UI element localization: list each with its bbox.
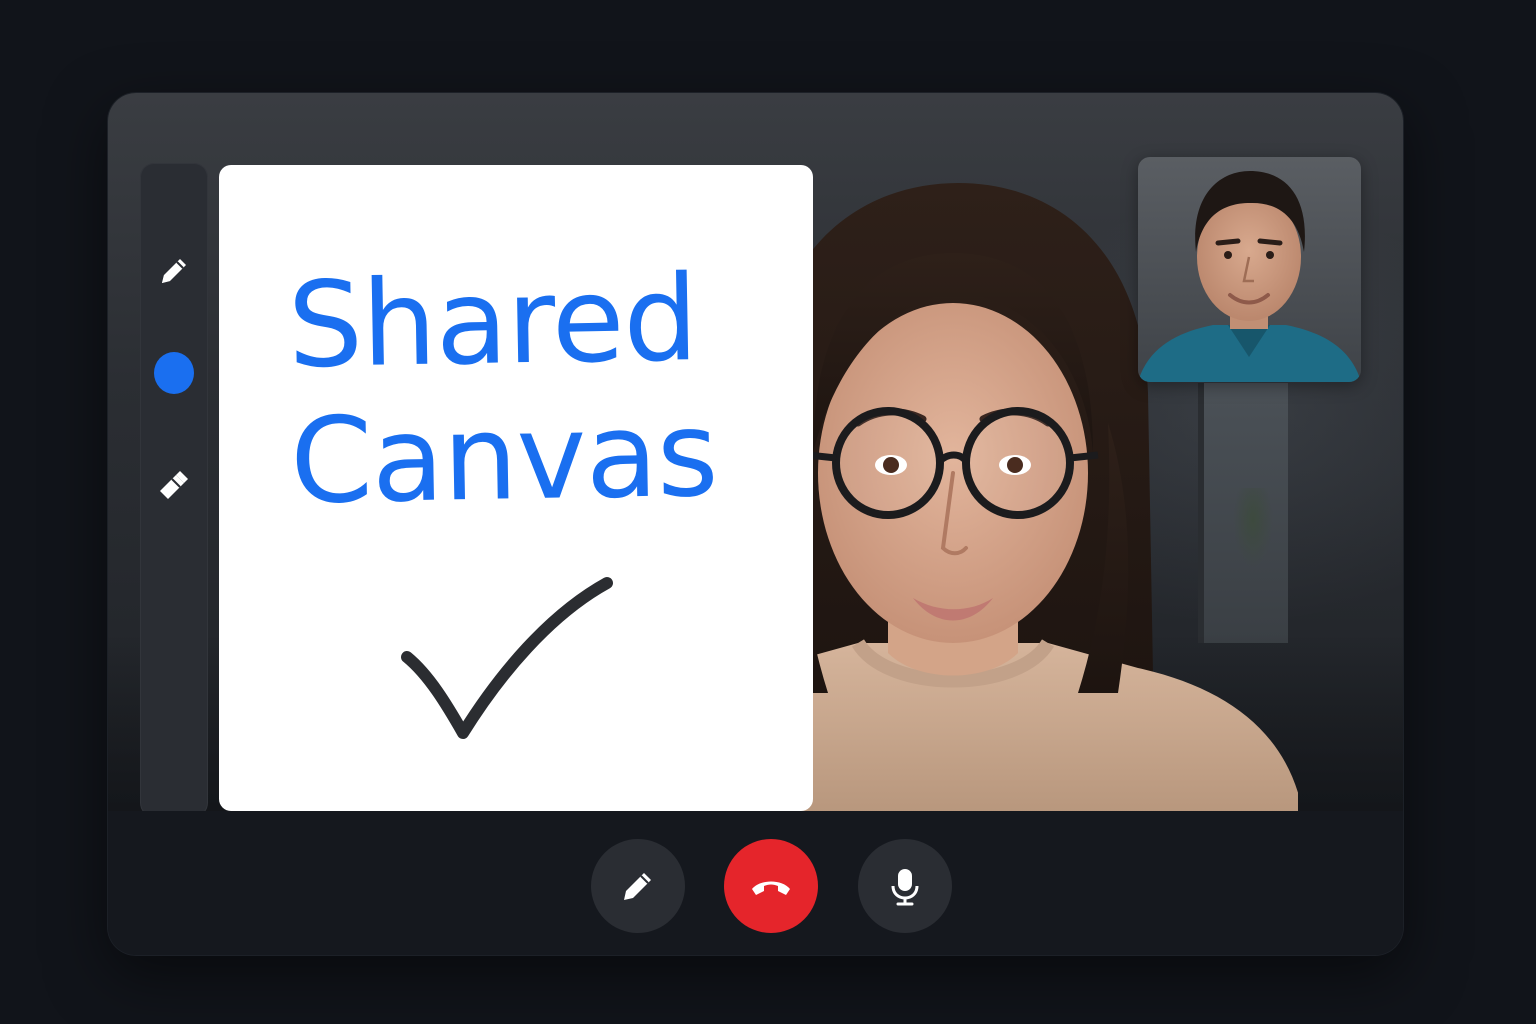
self-view-video[interactable] [1138, 157, 1361, 382]
eraser-icon [160, 471, 188, 499]
pencil-icon [162, 259, 186, 283]
checkmark-drawing [401, 577, 613, 739]
call-control-bar [108, 811, 1403, 955]
color-picker-button[interactable] [154, 352, 194, 394]
shared-canvas[interactable]: Shared Canvas [219, 165, 813, 811]
video-call-window: Shared Canvas [108, 93, 1403, 955]
phone-hangup-icon [752, 881, 790, 895]
draw-toggle-button[interactable] [591, 839, 685, 933]
canvas-handwritten-text: Shared Canvas [286, 249, 772, 531]
canvas-text-line-1: Shared [286, 249, 699, 395]
pencil-icon [624, 873, 651, 900]
microphone-icon [891, 869, 919, 906]
eraser-tool-button[interactable] [154, 463, 194, 503]
end-call-button[interactable] [724, 839, 818, 933]
self-participant [1138, 171, 1361, 382]
pen-tool-button[interactable] [154, 251, 194, 291]
canvas-text-line-2: Canvas [289, 384, 719, 531]
blue-color-swatch [154, 352, 194, 394]
drawing-toolbar [140, 163, 208, 817]
microphone-button[interactable] [858, 839, 952, 933]
